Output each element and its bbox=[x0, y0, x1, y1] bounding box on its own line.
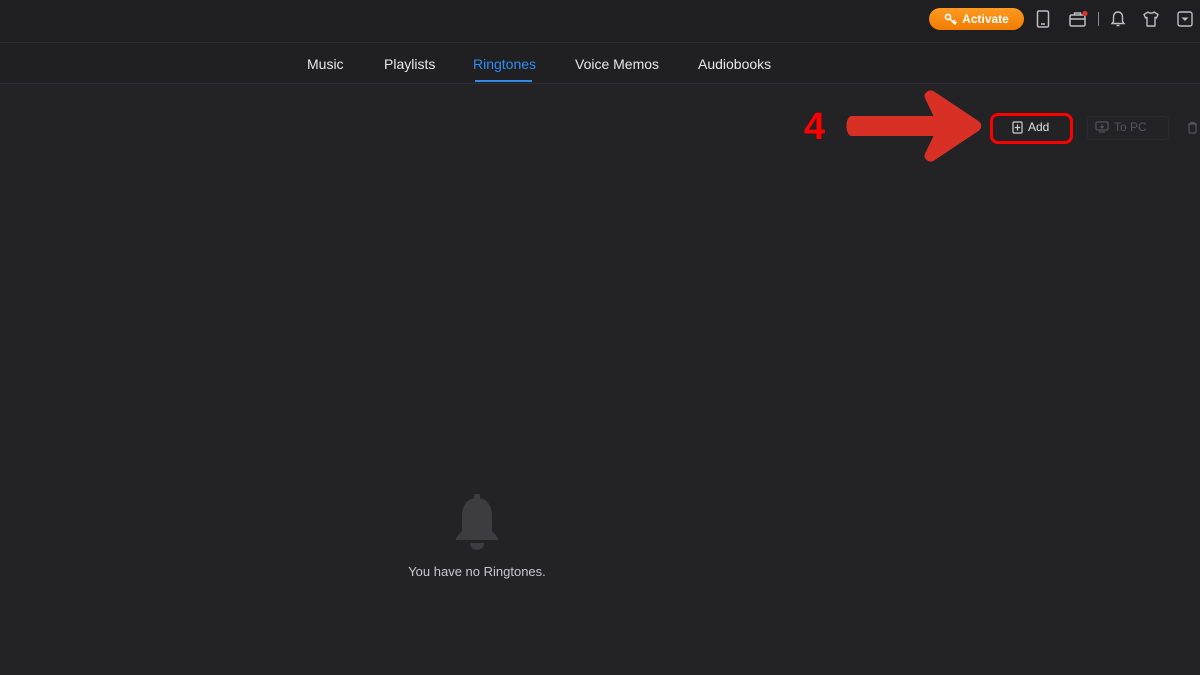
tab-audiobooks[interactable]: Audiobooks bbox=[698, 43, 771, 83]
empty-bell-icon bbox=[456, 494, 498, 550]
activate-button[interactable]: Activate bbox=[929, 8, 1024, 30]
titlebar-separator bbox=[1098, 12, 1099, 26]
annotation-arrow-icon bbox=[846, 90, 982, 162]
device-icon[interactable] bbox=[1033, 9, 1053, 29]
trash-icon bbox=[1188, 121, 1197, 134]
category-tab-bar: Music Playlists Ringtones Voice Memos Au… bbox=[0, 43, 1200, 84]
add-label: Add bbox=[1028, 120, 1050, 134]
tab-playlists[interactable]: Playlists bbox=[384, 43, 435, 83]
active-tab-indicator bbox=[475, 80, 532, 82]
title-bar: Activate bbox=[0, 0, 1200, 43]
delete-button[interactable] bbox=[1187, 117, 1198, 137]
add-file-icon bbox=[1012, 120, 1023, 134]
tab-ringtones[interactable]: Ringtones bbox=[473, 43, 536, 83]
add-button[interactable]: Add bbox=[1012, 117, 1049, 137]
bell-icon[interactable] bbox=[1108, 9, 1128, 29]
to-pc-label: To PC bbox=[1114, 120, 1147, 134]
empty-state-message: You have no Ringtones. bbox=[408, 564, 546, 579]
tab-music[interactable]: Music bbox=[307, 43, 344, 83]
to-pc-button[interactable]: To PC bbox=[1095, 117, 1147, 137]
activate-label: Activate bbox=[962, 12, 1009, 26]
tab-voice-memos[interactable]: Voice Memos bbox=[575, 43, 659, 83]
tshirt-icon[interactable] bbox=[1141, 9, 1161, 29]
export-to-pc-icon bbox=[1095, 121, 1109, 133]
annotation-step-number: 4 bbox=[804, 106, 826, 148]
key-icon bbox=[944, 13, 957, 25]
toolbox-icon[interactable] bbox=[1068, 9, 1088, 29]
app-window: Activate Music Playlists Ringtones Voice… bbox=[0, 0, 1200, 675]
menu-dropdown-icon[interactable] bbox=[1175, 9, 1195, 29]
